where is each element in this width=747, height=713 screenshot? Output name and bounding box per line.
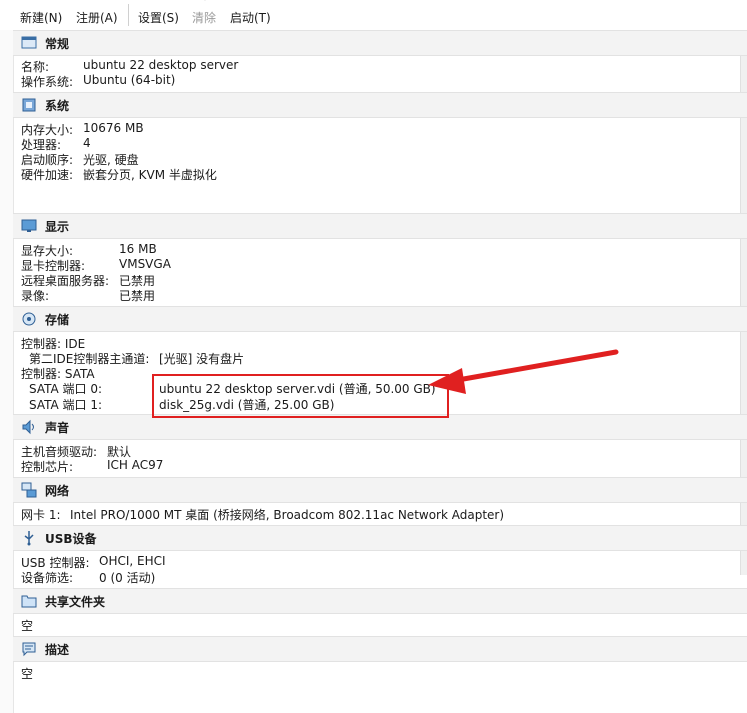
display-controller-value: VMSVGA (119, 257, 171, 271)
section-display-title: 显示 (45, 220, 70, 234)
start-button[interactable]: 启动(T) (230, 0, 274, 30)
general-name-value: ubuntu 22 desktop server (83, 58, 239, 72)
section-audio-title: 声音 (45, 421, 70, 435)
display-recording-label: 录像: (21, 289, 50, 303)
storage-sata1-label: SATA 端口 1: (29, 398, 103, 412)
storage-ide-secondary-value: [光驱] 没有盘片 (159, 352, 245, 366)
register-label: 注册(A) (76, 11, 118, 25)
storage-sata0-label: SATA 端口 0: (29, 382, 103, 396)
general-icon (21, 36, 37, 49)
description-icon (22, 642, 36, 657)
discard-icon (204, 0, 206, 1)
section-display-header[interactable]: 显示 (13, 213, 747, 239)
network-nic1-value: Intel PRO/1000 MT 桌面 (桥接网络, Broadcom 802… (70, 508, 505, 522)
audio-icon (22, 419, 34, 435)
usb-icon (24, 531, 34, 546)
system-icon (22, 98, 36, 112)
shared-value: 空 (21, 619, 34, 633)
new-icon (34, 0, 50, 6)
section-usb-title: USB设备 (45, 532, 97, 546)
section-system-title: 系统 (45, 99, 70, 113)
discard-button[interactable]: 清除 (192, 0, 218, 30)
usb-filter-value: 0 (0 活动) (99, 571, 156, 585)
section-general-title: 常规 (45, 37, 70, 51)
system-memory-value: 10676 MB (83, 121, 144, 135)
network-icon (21, 482, 37, 498)
general-os-value: Ubuntu (64-bit) (83, 73, 176, 87)
register-button[interactable]: 注册(A) (76, 0, 120, 30)
system-accel-value: 嵌套分页, KVM 半虚拟化 (83, 168, 217, 182)
folder-icon (21, 595, 37, 608)
details-left-margin (0, 30, 14, 713)
audio-chip-value: ICH AC97 (107, 458, 164, 472)
section-network-title: 网络 (45, 484, 70, 498)
settings-button[interactable]: 设置(S) (138, 0, 182, 30)
section-network-header[interactable]: 网络 (13, 477, 747, 503)
section-storage-header[interactable]: 存储 (13, 306, 747, 332)
section-system-header[interactable]: 系统 (13, 92, 747, 118)
description-value: 空 (21, 667, 34, 681)
annotation-highlight-box (152, 374, 449, 418)
start-label: 启动(T) (230, 11, 271, 25)
section-shared-header[interactable]: 共享文件夹 (13, 588, 747, 614)
new-button[interactable]: 新建(N) (20, 0, 64, 30)
display-recording-value: 已禁用 (119, 289, 156, 303)
system-accel-label: 硬件加速: (21, 168, 74, 182)
toolbar-divider (128, 4, 129, 26)
gear-icon (152, 0, 168, 6)
section-general-header[interactable]: 常规 (13, 30, 747, 56)
display-vram-value: 16 MB (119, 242, 157, 256)
section-storage-title: 存储 (45, 313, 70, 327)
start-icon (244, 0, 260, 6)
storage-icon (22, 312, 36, 326)
register-icon (90, 0, 106, 6)
general-os-label: 操作系统: (21, 75, 74, 89)
system-cpu-value: 4 (83, 136, 91, 150)
discard-label: 清除 (192, 11, 217, 25)
network-nic1-label: 网卡 1: (21, 508, 61, 522)
toolbar: 新建(N) 注册(A) 设置(S) 清除 启动(T) (0, 0, 747, 31)
usb-controller-value: OHCI, EHCI (99, 554, 166, 568)
display-icon (21, 219, 37, 232)
usb-filter-label: 设备筛选: (21, 571, 74, 585)
section-description-title: 描述 (45, 643, 70, 657)
section-description-header[interactable]: 描述 (13, 636, 747, 662)
audio-chip-label: 控制芯片: (21, 460, 74, 474)
section-usb-header[interactable]: USB设备 (13, 525, 747, 551)
settings-label: 设置(S) (138, 11, 179, 25)
section-shared-title: 共享文件夹 (45, 595, 106, 609)
new-label: 新建(N) (20, 11, 63, 25)
